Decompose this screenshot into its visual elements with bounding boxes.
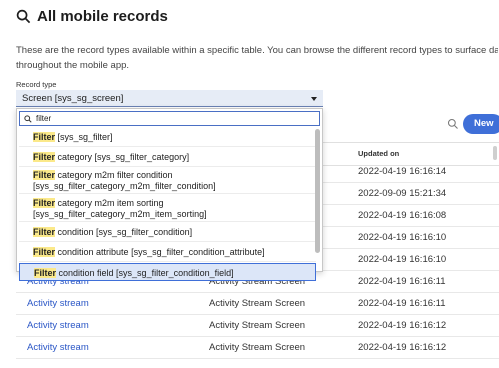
search-icon[interactable]: [447, 118, 459, 130]
record-type-cell: Activity Stream Screen: [209, 320, 306, 331]
record-type-dropdown: filter Filter [sys_sg_filter] Filter cate…: [16, 108, 323, 281]
caret-down-icon: [311, 97, 317, 101]
record-name-link[interactable]: Activity stream: [27, 298, 89, 309]
table-scrollbar[interactable]: [493, 146, 497, 160]
dropdown-option[interactable]: Filter condition field [sys_sg_filter_co…: [19, 263, 316, 281]
option-match-highlight: Filter: [34, 268, 57, 278]
dropdown-option[interactable]: Filter condition attribute [sys_sg_filte…: [19, 243, 316, 262]
option-label-line-2: [sys_sg_filter_category_m2m_item_sorting…: [33, 209, 207, 219]
record-name-link[interactable]: Activity stream: [27, 320, 89, 331]
dropdown-option[interactable]: Filter category m2m filter condition [sys…: [19, 167, 316, 194]
updated-on-cell: 2022-04-19 16:16:12: [358, 320, 447, 331]
option-match-highlight: Filter: [33, 227, 56, 237]
option-label: condition [sys_sg_filter_condition]: [55, 227, 193, 237]
dropdown-search-field[interactable]: filter: [19, 111, 320, 126]
dropdown-search-input[interactable]: filter: [36, 114, 51, 123]
dropdown-option[interactable]: Filter category m2m item sorting [sys_sg_…: [19, 195, 316, 222]
table-row[interactable]: Activity stream Activity Stream Screen 202…: [16, 337, 499, 359]
record-type-cell: Activity Stream Screen: [209, 342, 306, 353]
updated-on-cell: 2022-09-09 15:21:34: [358, 188, 447, 199]
updated-on-cell: 2022-04-19 16:16:10: [358, 232, 447, 243]
record-type-select[interactable]: Screen [sys_sg_screen]: [16, 90, 323, 107]
record-type-label: Record type: [16, 80, 57, 89]
dropdown-scrollbar[interactable]: [315, 129, 320, 253]
option-match-highlight: Filter: [33, 198, 56, 208]
updated-on-cell: 2022-04-19 16:16:11: [358, 276, 446, 287]
description-line-2: throughout the mobile app.: [16, 60, 130, 71]
column-header-updated-on[interactable]: Updated on: [358, 149, 399, 158]
updated-on-cell: 2022-04-19 16:16:12: [358, 342, 447, 353]
option-label: condition field [sys_sg_filter_condition…: [56, 268, 234, 278]
search-icon: [24, 114, 32, 123]
page-description: These are the record types available wit…: [16, 43, 498, 73]
table-row[interactable]: Activity stream Activity Stream Screen 202…: [16, 293, 499, 315]
dropdown-option[interactable]: Filter condition [sys_sg_filter_conditio…: [19, 223, 316, 242]
record-type-selected-value: Screen [sys_sg_screen]: [22, 93, 124, 104]
option-match-highlight: Filter: [33, 170, 56, 180]
dropdown-option[interactable]: Filter [sys_sg_filter]: [19, 128, 316, 147]
option-label-line-2: [sys_sg_filter_category_m2m_filter_condi…: [33, 181, 216, 191]
option-label: category m2m filter condition: [55, 170, 173, 180]
option-match-highlight: Filter: [33, 132, 56, 142]
new-button[interactable]: New: [463, 114, 499, 134]
dropdown-option[interactable]: Filter category [sys_sg_filter_category]: [19, 148, 316, 167]
updated-on-cell: 2022-04-19 16:16:10: [358, 254, 447, 265]
updated-on-cell: 2022-04-19 16:16:14: [358, 166, 447, 177]
option-match-highlight: Filter: [33, 152, 56, 162]
option-label: category m2m item sorting: [55, 198, 164, 208]
option-label: category [sys_sg_filter_category]: [55, 152, 190, 162]
updated-on-cell: 2022-04-19 16:16:11: [358, 298, 446, 309]
page-title: All mobile records: [37, 8, 168, 25]
option-match-highlight: Filter: [33, 247, 56, 257]
option-label: [sys_sg_filter]: [55, 132, 113, 142]
table-row[interactable]: Activity stream Activity Stream Screen 202…: [16, 315, 499, 337]
record-name-link[interactable]: Activity stream: [27, 342, 89, 353]
description-line-1: These are the record types available wit…: [16, 45, 498, 56]
page-header: All mobile records: [16, 8, 168, 25]
option-label: condition attribute [sys_sg_filter_condi…: [55, 247, 265, 257]
updated-on-cell: 2022-04-19 16:16:08: [358, 210, 447, 221]
record-type-cell: Activity Stream Screen: [209, 298, 306, 309]
search-icon: [16, 9, 31, 24]
